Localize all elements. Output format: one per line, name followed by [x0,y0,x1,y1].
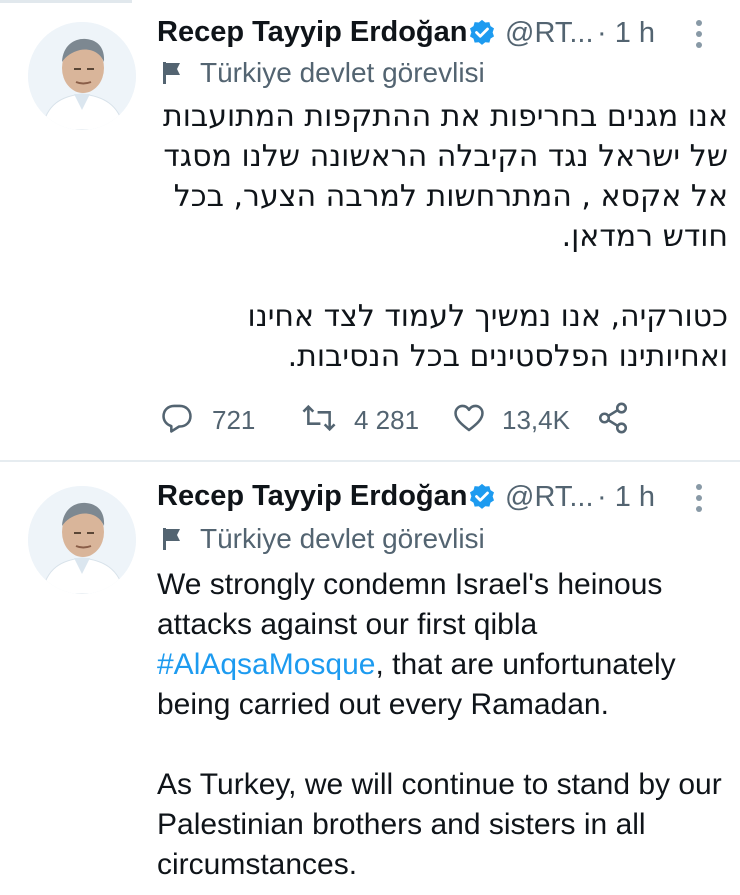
heart-icon [454,404,484,432]
tweet-text-segment: We strongly condemn Israel's heinous att… [157,568,663,641]
author-handle[interactable]: @RT... [505,17,594,50]
tweet-text-paragraph: We strongly condemn Israel's heinous att… [157,565,727,725]
tweet-text-paragraph: כטורקיה, אנו נמשיך לעמוד לצד אחינו ואחיו… [247,299,728,374]
tweet[interactable]: Recep Tayyip Erdoğan @RT... · 1 h Türkiy… [0,0,740,460]
tweet-header: Recep Tayyip Erdoğan @RT... · 1 h [157,478,717,518]
more-vertical-icon[interactable] [692,18,706,52]
retweet-icon [302,404,336,432]
tweet-header: Recep Tayyip Erdoğan @RT... · 1 h [157,14,717,54]
retweet-count: 4 281 [354,405,420,435]
verified-badge-icon [467,482,497,512]
tweet-text: אנו מגנים בחריפות את ההתקפות המתועבות של… [160,97,728,377]
like-count: 13,4K [502,405,570,435]
tweet-actions: 721 4 281 13,4K [160,398,640,438]
avatar[interactable] [28,22,136,130]
tweet-timestamp[interactable]: · 1 h [597,17,655,50]
tweet-timestamp[interactable]: · 1 h [597,481,655,514]
avatar[interactable] [28,486,136,594]
reply-icon [162,404,192,433]
more-vertical-icon[interactable] [692,482,706,516]
tweet-text-paragraph: As Turkey, we will continue to stand by … [157,768,722,881]
author-name[interactable]: Recep Tayyip Erdoğan [157,16,468,49]
account-label-text: Türkiye devlet görevlisi [200,523,485,554]
share-icon [598,402,628,434]
author-name[interactable]: Recep Tayyip Erdoğan [157,480,468,513]
hashtag-link[interactable]: #AlAqsaMosque [157,648,375,681]
tweet-text: We strongly condemn Israel's heinous att… [157,565,727,885]
flag-icon [160,60,184,86]
tweet-text-paragraph: אנו מגנים בחריפות את ההתקפות המתועבות של… [163,99,728,254]
verified-badge-icon [467,18,497,48]
author-handle[interactable]: @RT... [505,481,594,514]
flag-icon [160,526,184,552]
reply-count: 721 [212,405,256,435]
account-label-text: Türkiye devlet görevlisi [200,57,485,88]
